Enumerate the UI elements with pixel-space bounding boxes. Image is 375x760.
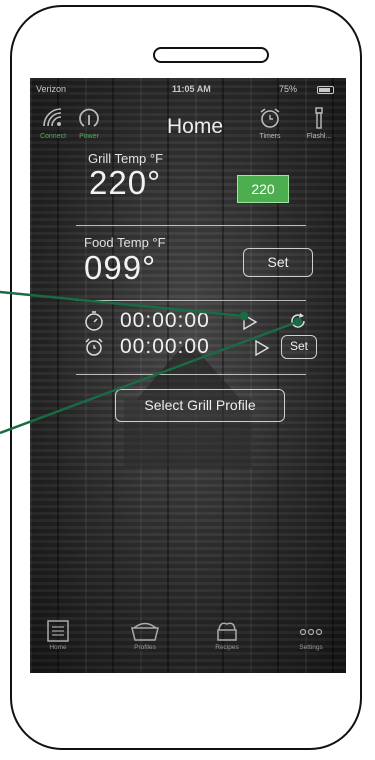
timer-set-button[interactable]: Set	[281, 335, 317, 359]
page-title: Home	[167, 115, 224, 138]
tab-settings[interactable]: Settings	[286, 618, 336, 651]
power-label: Power	[79, 133, 99, 140]
status-bar: Verizon 11:05 AM 75%	[30, 84, 346, 98]
status-time: 11:05 AM	[172, 84, 211, 94]
alarm-clock-icon	[260, 108, 280, 128]
tab-home[interactable]: Home	[33, 618, 83, 651]
power-button[interactable]: Power	[72, 106, 106, 140]
grill-temp-value: 220°	[89, 164, 162, 201]
phone-speaker	[153, 47, 269, 63]
tab-home-label: Home	[49, 644, 67, 651]
tab-profiles[interactable]: Profiles	[120, 618, 170, 651]
food-temp-label: Food Temp °F	[84, 235, 166, 250]
stopwatch-icon	[85, 311, 103, 331]
tab-recipes-label: Recipes	[215, 644, 239, 651]
timers-label: Timers	[259, 133, 281, 140]
recipes-icon	[217, 622, 237, 641]
flashlight-button[interactable]: Flashl...	[298, 106, 340, 140]
stopwatch-value: 00:00:00	[120, 309, 210, 332]
tab-profiles-label: Profiles	[134, 644, 156, 651]
grill-setpoint-button[interactable]: 220	[237, 175, 289, 203]
connect-button[interactable]: Connect	[36, 106, 70, 140]
food-set-button[interactable]: Set	[243, 248, 313, 277]
divider	[76, 225, 306, 226]
select-grill-profile-button[interactable]: Select Grill Profile	[115, 389, 285, 422]
flashlight-label: Flashl...	[306, 133, 332, 140]
wifi-icon	[43, 108, 62, 127]
home-icon	[47, 620, 69, 642]
refresh-icon[interactable]	[288, 311, 308, 331]
connect-label: Connect	[39, 133, 67, 140]
timers-button[interactable]: Timers	[252, 106, 288, 140]
app-screen: Verizon 11:05 AM 75% Connect Power Home …	[30, 78, 346, 673]
battery-icon	[317, 86, 334, 94]
alarm-clock-icon	[85, 338, 103, 356]
tab-recipes[interactable]: Recipes	[202, 618, 252, 651]
divider	[76, 300, 306, 301]
tab-settings-label: Settings	[299, 644, 323, 651]
alarm-play-icon[interactable]	[254, 339, 270, 357]
food-temp-value: 099°	[84, 249, 157, 286]
stopwatch-play-icon[interactable]	[242, 313, 258, 331]
grill-icon	[131, 622, 159, 641]
battery-percent: 75%	[279, 84, 298, 94]
power-icon	[79, 108, 99, 127]
alarm-timer-value: 00:00:00	[120, 335, 210, 358]
flashlight-icon	[315, 107, 323, 129]
carrier-label: Verizon	[36, 84, 67, 94]
more-icon	[299, 628, 323, 636]
divider	[76, 374, 306, 375]
